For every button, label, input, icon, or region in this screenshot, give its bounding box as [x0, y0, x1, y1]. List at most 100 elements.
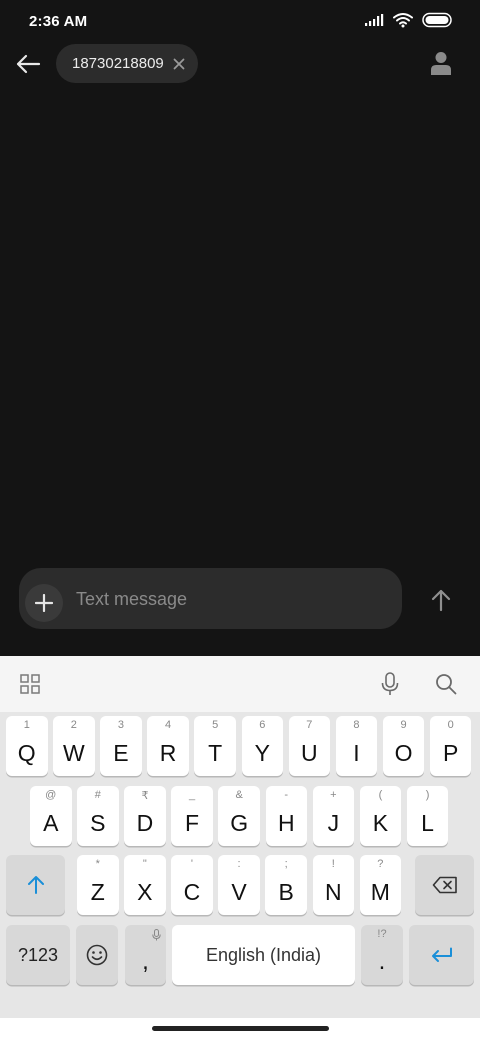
- message-composer: [19, 568, 402, 629]
- key-hint: #: [94, 789, 101, 801]
- enter-key[interactable]: [409, 925, 474, 985]
- key-label: M: [370, 879, 390, 905]
- emoji-smiley-icon: [86, 944, 108, 966]
- conversation-header: 18730218809: [0, 44, 480, 84]
- battery-icon: [422, 12, 452, 28]
- key-hint: 5: [212, 719, 219, 731]
- key-x[interactable]: " X: [124, 855, 166, 915]
- key-o[interactable]: 9O: [382, 716, 425, 776]
- key-f[interactable]: _ F: [171, 786, 213, 846]
- send-button[interactable]: [424, 583, 458, 617]
- key-z[interactable]: * Z: [77, 855, 119, 915]
- key-hint: 6: [259, 719, 266, 731]
- recipient-chip[interactable]: 18730218809: [56, 44, 198, 83]
- key-hint: ;: [284, 858, 288, 870]
- emoji-key[interactable]: [76, 925, 118, 985]
- key-label: V: [231, 879, 247, 905]
- key-w[interactable]: 2W: [53, 716, 95, 776]
- key-n[interactable]: ! N: [312, 855, 354, 915]
- status-bar: 2:36 AM: [0, 0, 480, 44]
- key-label: X: [137, 879, 153, 905]
- key-label: L: [421, 810, 434, 836]
- key-label: C: [183, 879, 201, 905]
- key-label: Z: [90, 879, 105, 905]
- key-label: F: [185, 810, 200, 836]
- key-d[interactable]: ₹ D: [124, 786, 166, 846]
- key-h[interactable]: -H: [265, 786, 307, 846]
- key-hint: ₹: [141, 790, 149, 802]
- key-label: O: [394, 740, 413, 766]
- key-m[interactable]: ? M: [359, 855, 402, 915]
- key-a[interactable]: @ A: [30, 786, 72, 846]
- key-v[interactable]: :V: [218, 855, 260, 915]
- key-r[interactable]: 4R: [147, 716, 189, 776]
- key-label: E: [113, 740, 129, 766]
- key-hint: +: [330, 789, 337, 801]
- key-hint: ": [142, 858, 147, 870]
- key-hint: 7: [306, 719, 313, 731]
- key-t[interactable]: 5T: [194, 716, 236, 776]
- enter-arrow-icon: [431, 947, 452, 962]
- back-arrow-icon: [16, 54, 41, 74]
- status-icons: [364, 12, 454, 28]
- comma-key[interactable]: ,: [125, 925, 166, 985]
- microphone-hint-icon: [152, 929, 161, 941]
- status-time: 2:36 AM: [29, 13, 88, 30]
- key-u[interactable]: 7U: [288, 716, 331, 776]
- add-attachment-button[interactable]: [25, 584, 63, 622]
- keyboard: 1 Q 2 W 3 E 4 R 5 T 6 Y 7 U 8 I 9 O 0 P @ A # S ₹ D _ F & G - H + J(K) L * Z…: [0, 656, 480, 1040]
- symbols-key-label: ?123: [17, 944, 59, 965]
- key-hint: *: [95, 858, 100, 870]
- grid-icon: [20, 674, 40, 694]
- home-indicator[interactable]: [152, 1026, 329, 1031]
- period-key[interactable]: !? .: [361, 925, 403, 985]
- space-key[interactable]: English (India): [172, 925, 355, 985]
- key-label: J: [327, 810, 340, 836]
- key-hint: 8: [353, 719, 360, 731]
- shift-key[interactable]: [6, 855, 65, 915]
- keyboard-search-button[interactable]: [432, 670, 460, 698]
- key-g[interactable]: & G: [218, 786, 260, 846]
- voice-input-button[interactable]: [376, 670, 404, 698]
- key-b[interactable]: ; B: [265, 855, 307, 915]
- wifi-icon: [393, 13, 413, 28]
- key-y[interactable]: 6Y: [241, 716, 283, 776]
- close-icon: [173, 58, 185, 69]
- key-hint: _: [188, 789, 196, 801]
- period-key-hint: !?: [377, 928, 387, 940]
- key-label: B: [278, 879, 294, 905]
- key-hint: 3: [117, 719, 124, 731]
- key-k[interactable]: (K: [359, 786, 402, 846]
- key-c[interactable]: ' C: [171, 855, 213, 915]
- symbols-key[interactable]: ?123: [6, 925, 70, 985]
- keyboard-menu-button[interactable]: [16, 670, 44, 698]
- backspace-icon: [432, 876, 457, 894]
- key-l[interactable]: ) L: [406, 786, 449, 846]
- key-label: W: [62, 740, 85, 766]
- period-key-label: .: [378, 948, 386, 975]
- key-label: I: [353, 740, 360, 766]
- key-label: Y: [254, 740, 270, 766]
- key-hint: 1: [23, 719, 30, 731]
- contact-button[interactable]: [426, 48, 456, 78]
- shift-arrow-icon: [27, 876, 44, 894]
- microphone-icon: [381, 672, 399, 695]
- key-hint: ': [190, 858, 193, 870]
- keyboard-toolbar: [0, 656, 480, 712]
- key-label: T: [208, 740, 223, 766]
- backspace-key[interactable]: [415, 855, 474, 915]
- key-hint: ): [425, 789, 430, 801]
- text-message-input[interactable]: [76, 587, 386, 611]
- recipient-number: 18730218809: [72, 55, 164, 72]
- plus-icon: [35, 594, 53, 612]
- search-icon: [436, 674, 457, 695]
- back-button[interactable]: [12, 48, 44, 80]
- key-s[interactable]: # S: [77, 786, 119, 846]
- key-hint: !: [331, 858, 335, 870]
- key-p[interactable]: 0P: [429, 716, 472, 776]
- key-j[interactable]: + J: [312, 786, 355, 846]
- key-e[interactable]: 3E: [100, 716, 142, 776]
- remove-recipient-button[interactable]: [171, 56, 187, 72]
- key-i[interactable]: 8I: [335, 716, 378, 776]
- key-q[interactable]: 1Q: [6, 716, 48, 776]
